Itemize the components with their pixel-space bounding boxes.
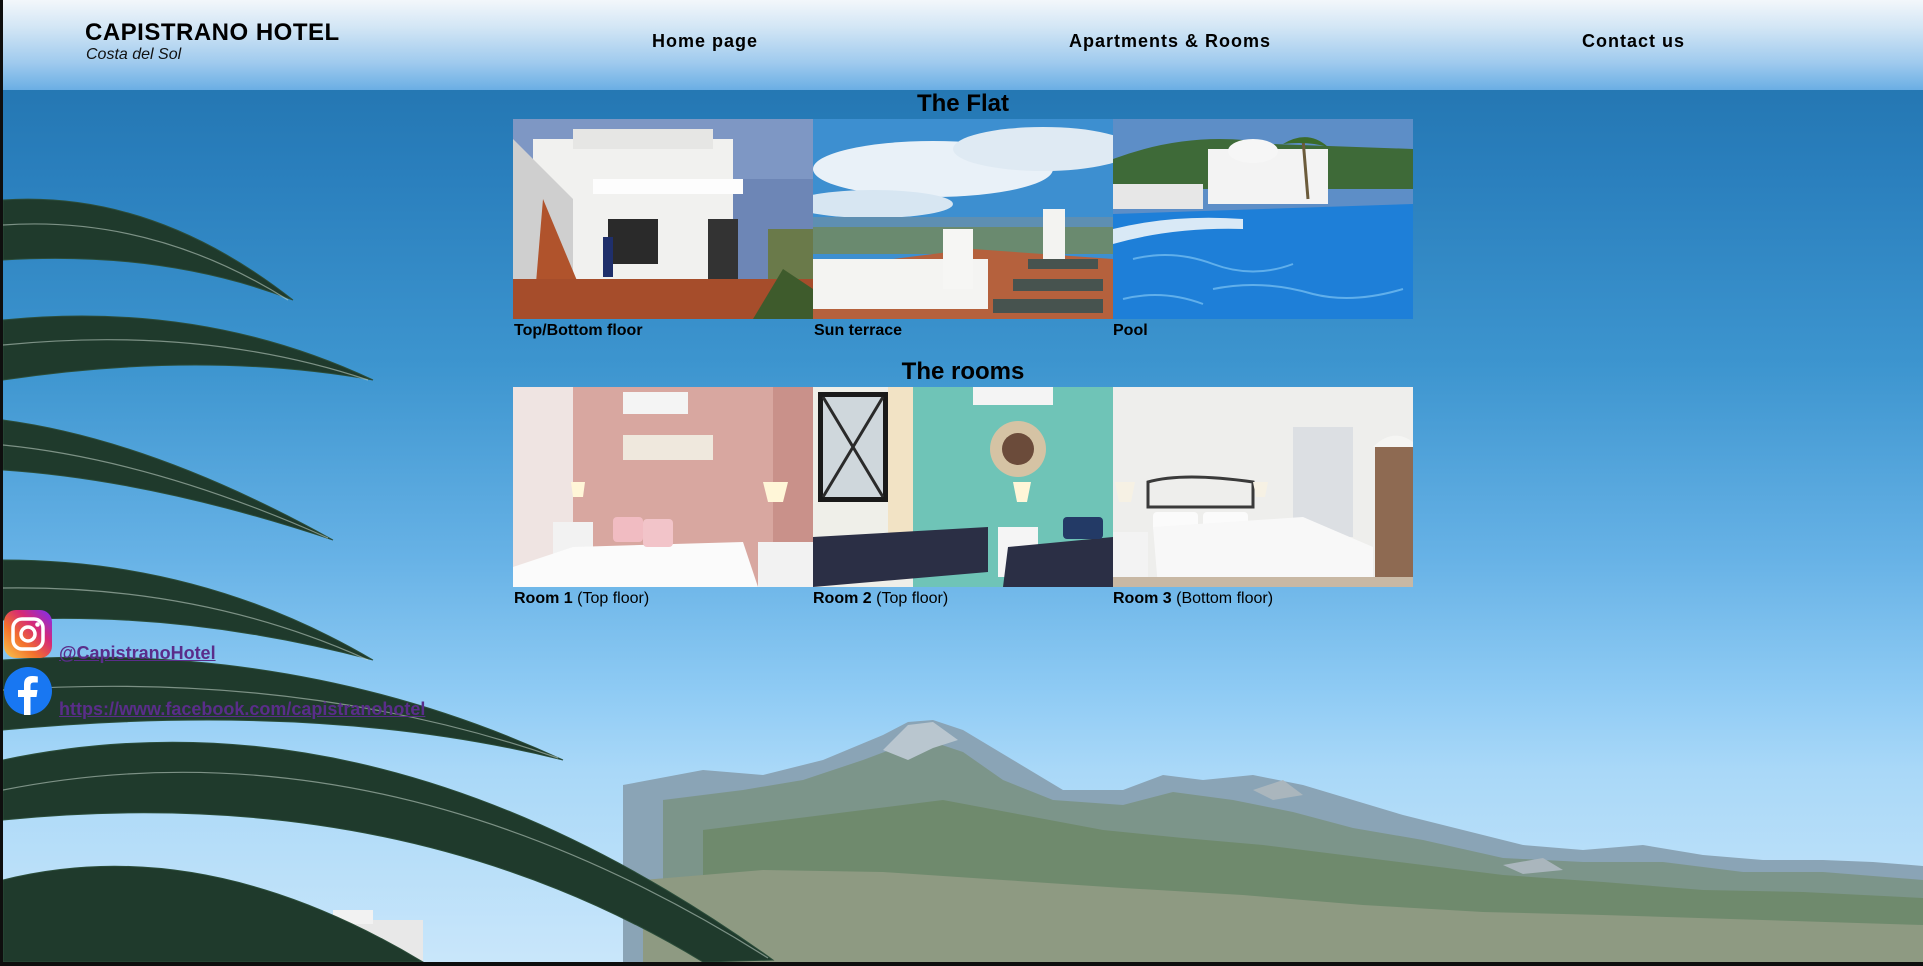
flat-photo-pool[interactable] — [1113, 119, 1413, 319]
facebook-link[interactable]: https://www.facebook.com/capistranohotel — [59, 699, 425, 720]
flat-photo-top-bottom-floor[interactable] — [513, 119, 813, 319]
flat-photo-sun-terrace[interactable] — [813, 119, 1113, 319]
site-header: CAPISTRANO HOTEL Costa del Sol Home page… — [3, 0, 1923, 90]
room-caption-3: Room 3 (Bottom floor) — [1113, 590, 1274, 607]
nav-apartments-rooms-link[interactable]: Apartments & Rooms — [1069, 31, 1271, 52]
room-photo-3[interactable] — [1113, 387, 1413, 587]
facebook-icon[interactable] — [3, 666, 53, 716]
flat-section-title: The Flat — [916, 90, 1009, 117]
instagram-icon[interactable] — [3, 609, 53, 659]
flat-caption-top-bottom-floor: Top/Bottom floor — [514, 322, 643, 339]
nav-contact-link[interactable]: Contact us — [1582, 31, 1685, 52]
flat-caption-pool: Pool — [1113, 322, 1148, 339]
nav-home-link[interactable]: Home page — [652, 31, 758, 52]
room-caption-2: Room 2 (Top floor) — [813, 590, 949, 607]
brand-subtitle: Costa del Sol — [86, 46, 182, 63]
instagram-link[interactable]: @CapistranoHotel — [59, 643, 216, 664]
room-photo-2[interactable] — [813, 387, 1113, 587]
flat-caption-sun-terrace: Sun terrace — [814, 322, 903, 339]
rooms-section-title: The rooms — [901, 358, 1025, 385]
room-photo-1[interactable] — [513, 387, 813, 587]
brand-title: CAPISTRANO HOTEL — [85, 19, 340, 46]
room-caption-1: Room 1 (Top floor) — [514, 590, 650, 607]
